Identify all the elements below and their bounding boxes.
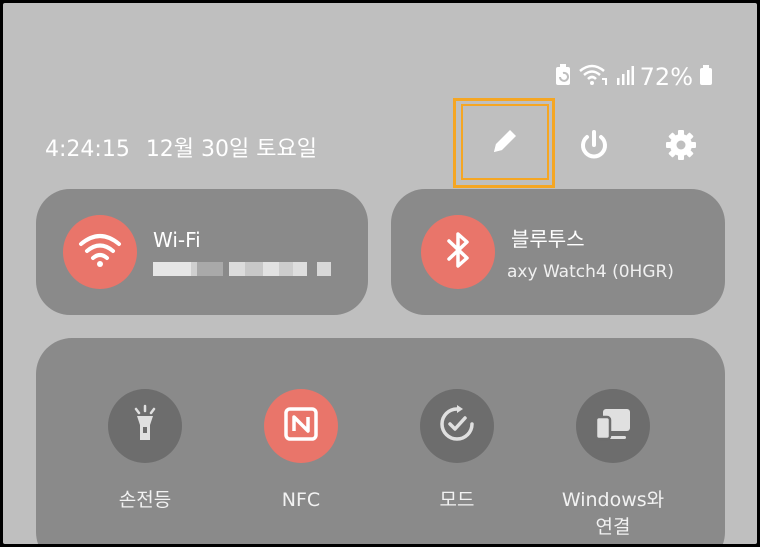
edit-button[interactable] bbox=[455, 99, 555, 187]
wifi-tile-text: Wi-Fi bbox=[153, 228, 331, 276]
qs-nfc[interactable]: NFC bbox=[231, 389, 371, 514]
qs-link-to-windows-button[interactable] bbox=[576, 389, 650, 463]
date-time: 4:24:15 12월 30일 토요일 bbox=[45, 131, 317, 163]
wifi-network-name-redacted bbox=[153, 262, 331, 276]
signal-icon bbox=[616, 64, 634, 90]
qs-link-to-windows-label: Windows와 연결 bbox=[561, 489, 665, 538]
bluetooth-tile-text: 블루투스 axy Watch4 (0HGR) bbox=[507, 223, 674, 282]
link-to-windows-icon bbox=[593, 406, 633, 446]
bluetooth-title: 블루투스 bbox=[511, 226, 585, 251]
wifi-title: Wi-Fi bbox=[153, 228, 201, 252]
power-button[interactable] bbox=[566, 119, 622, 175]
qs-flashlight-label: 손전등 bbox=[118, 489, 172, 511]
clock-time: 4:24:15 bbox=[45, 137, 130, 162]
wifi-calling-icon bbox=[578, 63, 610, 91]
qs-modes-label: 모드 bbox=[439, 489, 475, 511]
gear-icon bbox=[664, 128, 698, 166]
pencil-icon bbox=[488, 124, 522, 162]
quick-panel: 72% 4:24:15 12월 30일 토요일 Wi-Fi 블루투스 axy W… bbox=[3, 3, 757, 544]
qs-link-to-windows[interactable]: Windows와 연결 bbox=[543, 389, 683, 541]
nfc-icon bbox=[283, 406, 319, 446]
flashlight-icon bbox=[130, 404, 160, 448]
wifi-tile[interactable]: Wi-Fi bbox=[36, 189, 368, 315]
qs-nfc-button[interactable] bbox=[264, 389, 338, 463]
qs-flashlight[interactable]: 손전등 bbox=[75, 389, 215, 514]
bluetooth-tile[interactable]: 블루투스 axy Watch4 (0HGR) bbox=[391, 189, 725, 315]
settings-button[interactable] bbox=[653, 119, 709, 175]
qs-flashlight-button[interactable] bbox=[108, 389, 182, 463]
battery-percent: 72% bbox=[639, 63, 693, 91]
battery-icon bbox=[699, 64, 713, 90]
wifi-icon bbox=[78, 232, 122, 272]
power-icon bbox=[577, 128, 611, 166]
bluetooth-toggle[interactable] bbox=[421, 215, 495, 289]
qs-modes-button[interactable] bbox=[420, 389, 494, 463]
wifi-toggle[interactable] bbox=[63, 215, 137, 289]
qs-nfc-label: NFC bbox=[281, 489, 321, 511]
date-label: 12월 30일 토요일 bbox=[145, 137, 317, 162]
bluetooth-device-name: axy Watch4 (0HGR) bbox=[507, 261, 674, 282]
status-bar: 72% bbox=[554, 63, 713, 91]
battery-saver-icon bbox=[554, 64, 572, 90]
modes-icon bbox=[437, 404, 477, 448]
qs-modes[interactable]: 모드 bbox=[387, 389, 527, 514]
bluetooth-icon bbox=[443, 230, 473, 274]
